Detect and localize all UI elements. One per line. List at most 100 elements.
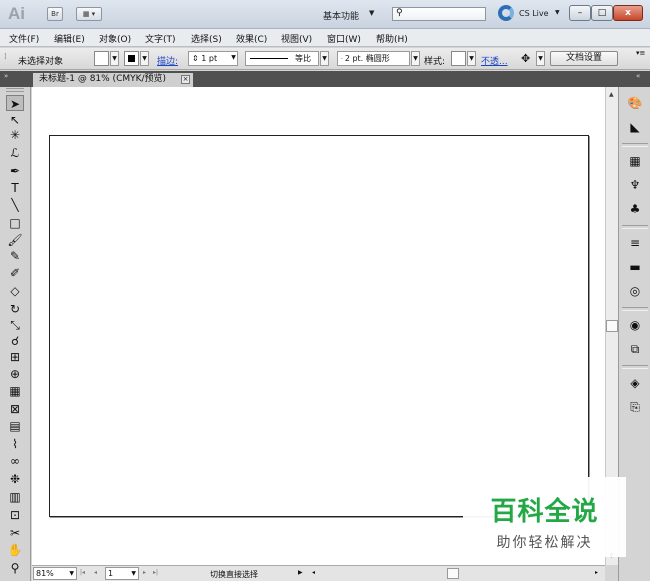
scroll-left-icon[interactable]: ◂	[312, 569, 315, 576]
document-setup-button[interactable]: 文档设置	[550, 51, 618, 66]
brush-definition[interactable]: · 2 pt. 椭圆形	[337, 51, 410, 66]
previous-artboard-icon[interactable]: ◂	[94, 569, 97, 576]
profile-dropdown[interactable]: ▼	[320, 51, 329, 66]
next-artboard-icon[interactable]: ▸	[143, 569, 146, 576]
eyedropper-tool-icon[interactable]: ⌇	[6, 436, 24, 452]
color-panel-icon[interactable]: 🎨	[626, 95, 644, 111]
perspective-grid-tool-icon[interactable]: ▦	[6, 383, 24, 399]
paintbrush-tool-icon[interactable]: 🖌	[6, 232, 24, 248]
artboard[interactable]	[49, 135, 589, 517]
maximize-button[interactable]: □	[591, 5, 613, 21]
stroke-weight-chevron-down-icon[interactable]: ▼	[229, 51, 238, 66]
line-tool-icon[interactable]: ╲	[6, 197, 24, 213]
pencil-tool-icon[interactable]: ✎	[6, 248, 24, 264]
panel-group-separator[interactable]	[622, 365, 648, 369]
menu-help[interactable]: 帮助(H)	[376, 32, 408, 45]
rotate-tool-icon[interactable]: ↻	[6, 301, 24, 317]
menu-effect[interactable]: 效果(C)	[236, 32, 267, 45]
control-bar-grip[interactable]: ⁞	[4, 52, 7, 62]
minimize-button[interactable]: –	[569, 5, 591, 21]
type-tool-icon[interactable]: T	[6, 180, 24, 196]
stroke-swatch[interactable]	[124, 51, 139, 66]
free-transform-tool-icon[interactable]: ⊞	[6, 349, 24, 365]
blob-brush-tool-icon[interactable]: ✐	[6, 265, 24, 281]
gradient-tool-icon[interactable]: ▤	[6, 418, 24, 434]
artboard-tool-icon[interactable]: ⊡	[6, 507, 24, 523]
cslive-icon[interactable]	[498, 5, 514, 21]
scale-tool-icon[interactable]: ⤡	[6, 317, 24, 333]
workspace-chevron-down-icon[interactable]: ▼	[369, 9, 374, 17]
collapse-tools-icon[interactable]: »	[4, 72, 8, 80]
stroke-link[interactable]: 描边:	[157, 54, 178, 67]
tab-close-icon[interactable]: ×	[181, 75, 190, 84]
collapse-panels-icon[interactable]: «	[636, 72, 640, 80]
variable-width-profile[interactable]: 等比	[245, 51, 319, 66]
brushes-panel-icon[interactable]: ♆	[626, 177, 644, 193]
menu-window[interactable]: 窗口(W)	[327, 32, 361, 45]
fill-swatch[interactable]	[94, 51, 109, 66]
transparency-panel-icon[interactable]: ◎	[626, 283, 644, 299]
panel-group-separator[interactable]	[622, 143, 648, 147]
zoom-field[interactable]: 81% ▼	[33, 567, 77, 580]
artboards-panel-icon[interactable]: ⎘	[626, 399, 644, 415]
workspace-switcher[interactable]: 基本功能	[323, 9, 359, 22]
color-guide-panel-icon[interactable]: ◣	[626, 119, 644, 135]
menu-view[interactable]: 视图(V)	[281, 32, 312, 45]
selection-tool-icon[interactable]: ➤	[6, 95, 24, 111]
stroke-dropdown[interactable]: ▼	[140, 51, 149, 66]
gradient-panel-icon[interactable]: ▬	[626, 259, 644, 275]
panel-group-separator[interactable]	[622, 225, 648, 229]
opacity-link[interactable]: 不透...	[481, 54, 508, 67]
recolor-artwork-icon[interactable]: ✥	[521, 52, 530, 65]
arrange-documents-button[interactable]: ▦ ▾	[76, 7, 102, 21]
last-artboard-icon[interactable]: ▸|	[153, 569, 158, 576]
swatches-panel-icon[interactable]: ▦	[626, 153, 644, 169]
graphic-styles-panel-icon[interactable]: ⧉	[626, 341, 644, 357]
rectangle-tool-icon[interactable]: □	[6, 215, 24, 231]
artboard-number-field[interactable]: 1 ▼	[105, 567, 139, 580]
magic-wand-tool-icon[interactable]: ✳	[6, 127, 24, 143]
control-panel-menu-icon[interactable]: ▾≡	[636, 49, 645, 57]
slice-tool-icon[interactable]: ✂	[6, 525, 24, 541]
pen-tool-icon[interactable]: ✒	[6, 163, 24, 179]
eraser-tool-icon[interactable]: ◇	[6, 283, 24, 299]
fill-dropdown[interactable]: ▼	[110, 51, 119, 66]
scroll-right-icon[interactable]: ▸	[595, 569, 598, 576]
artboard-chevron-down-icon[interactable]: ▼	[131, 568, 136, 579]
panel-group-separator[interactable]	[622, 307, 648, 311]
menu-type[interactable]: 文字(T)	[145, 32, 176, 45]
brush-dropdown[interactable]: ▼	[411, 51, 420, 66]
cslive-chevron-down-icon[interactable]: ▼	[555, 9, 560, 16]
hand-tool-icon[interactable]: ✋	[6, 542, 24, 558]
symbol-sprayer-tool-icon[interactable]: ❉	[6, 471, 24, 487]
menu-object[interactable]: 对象(O)	[99, 32, 131, 45]
shape-builder-tool-icon[interactable]: ⊕	[6, 366, 24, 382]
menu-edit[interactable]: 编辑(E)	[54, 32, 85, 45]
horizontal-scroll-thumb[interactable]	[447, 568, 459, 579]
scroll-thumb[interactable]	[606, 320, 618, 332]
column-graph-tool-icon[interactable]: ▥	[6, 489, 24, 505]
stepper-icon[interactable]: ⇕	[192, 54, 201, 63]
menu-select[interactable]: 选择(S)	[191, 32, 222, 45]
appearance-panel-icon[interactable]: ◉	[626, 317, 644, 333]
zoom-tool-icon[interactable]: ⚲	[6, 560, 24, 576]
cslive-menu[interactable]: CS Live	[519, 9, 549, 18]
search-input[interactable]: ⚲	[392, 7, 486, 21]
zoom-chevron-down-icon[interactable]: ▼	[69, 568, 74, 579]
tools-grip[interactable]	[6, 88, 24, 92]
mesh-tool-icon[interactable]: ⊠	[6, 401, 24, 417]
graphic-style-swatch[interactable]	[451, 51, 466, 66]
lasso-tool-icon[interactable]: ℒ	[6, 145, 24, 161]
status-menu-icon[interactable]: ▶	[298, 569, 303, 576]
first-artboard-icon[interactable]: |◂	[80, 569, 85, 576]
warp-tool-icon[interactable]: ☌	[6, 333, 24, 349]
recolor-dropdown[interactable]: ▼	[536, 51, 545, 66]
layers-panel-icon[interactable]: ◈	[626, 375, 644, 391]
blend-tool-icon[interactable]: ∞	[6, 453, 24, 469]
graphic-style-dropdown[interactable]: ▼	[467, 51, 476, 66]
menu-file[interactable]: 文件(F)	[9, 32, 39, 45]
symbols-panel-icon[interactable]: ♣	[626, 201, 644, 217]
close-button[interactable]: x	[613, 5, 643, 21]
bridge-button[interactable]: Br	[47, 7, 63, 21]
scroll-up-icon[interactable]: ▲	[609, 91, 614, 98]
